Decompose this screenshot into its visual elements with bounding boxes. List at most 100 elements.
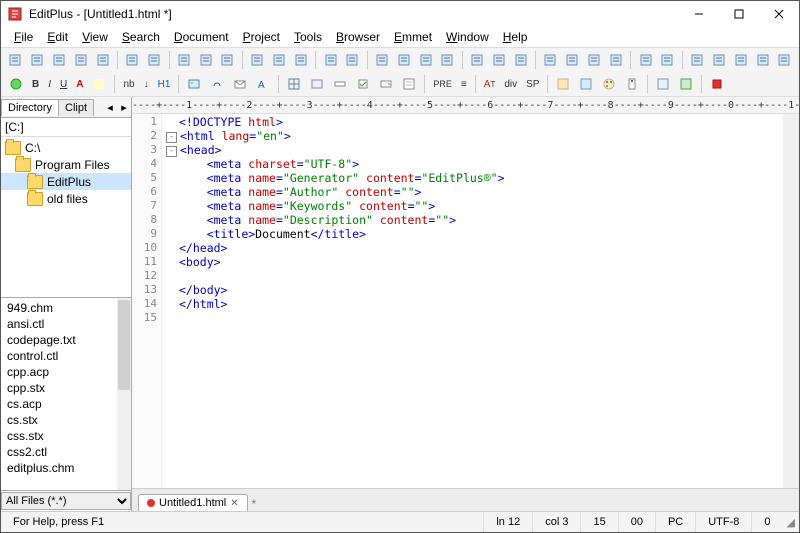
form-button[interactable] xyxy=(306,73,328,95)
sidebar-nav-left-icon[interactable]: ◂ xyxy=(103,101,117,114)
settings-button[interactable] xyxy=(752,49,773,71)
stop-button[interactable] xyxy=(706,73,728,95)
font-color-button[interactable]: A xyxy=(72,73,87,95)
sync-button[interactable] xyxy=(687,49,708,71)
windows-button[interactable] xyxy=(605,49,626,71)
mail-button[interactable] xyxy=(229,73,251,95)
file-list[interactable]: 949.chmansi.ctlcodepage.txtcontrol.ctlcp… xyxy=(1,297,131,490)
file-item[interactable]: codepage.txt xyxy=(3,332,129,348)
file-item[interactable]: cs.stx xyxy=(3,412,129,428)
world-icon[interactable] xyxy=(5,73,27,95)
anchor-button[interactable]: ↓ xyxy=(140,73,153,95)
note-button[interactable] xyxy=(621,73,643,95)
browser-button[interactable] xyxy=(144,49,165,71)
win-button[interactable] xyxy=(652,73,674,95)
menu-tools[interactable]: Tools xyxy=(287,28,329,46)
tree-node[interactable]: C:\ xyxy=(1,139,131,156)
preview-button[interactable] xyxy=(122,49,143,71)
checkbox-button[interactable] xyxy=(352,73,374,95)
split-v-button[interactable] xyxy=(562,49,583,71)
print-button[interactable] xyxy=(92,49,113,71)
menu-emmet[interactable]: Emmet xyxy=(387,28,439,46)
file-item[interactable]: control.ctl xyxy=(3,348,129,364)
file-filter-select[interactable]: All Files (*.*) xyxy=(1,492,131,510)
hex-button[interactable] xyxy=(217,49,238,71)
replace-button[interactable] xyxy=(489,49,510,71)
file-item[interactable]: css2.ctl xyxy=(3,444,129,460)
bold-button[interactable]: B xyxy=(28,73,43,95)
linenum-button[interactable] xyxy=(393,49,414,71)
indent-inc-button[interactable] xyxy=(657,49,678,71)
sidebar-tab-cliptext[interactable]: Clipt xyxy=(58,99,94,116)
menu-search[interactable]: Search xyxy=(115,28,167,46)
new-button[interactable] xyxy=(5,49,26,71)
div-button[interactable]: div xyxy=(500,73,521,95)
editor-scrollbar[interactable] xyxy=(783,114,799,488)
maximize-button[interactable] xyxy=(719,1,759,27)
close-button[interactable] xyxy=(759,1,799,27)
file-filter[interactable]: All Files (*.*) xyxy=(1,490,131,511)
textarea-button[interactable] xyxy=(398,73,420,95)
heading-button[interactable]: H1 xyxy=(154,73,175,95)
document-tab-close-icon[interactable]: ✕ xyxy=(230,498,238,509)
options-button[interactable] xyxy=(774,49,795,71)
copy-button[interactable] xyxy=(269,49,290,71)
table-button[interactable] xyxy=(283,73,305,95)
menu-edit[interactable]: Edit xyxy=(40,28,75,46)
underline-button[interactable]: U xyxy=(56,73,71,95)
file-item[interactable]: cs.acp xyxy=(3,396,129,412)
tree-node[interactable]: EditPlus xyxy=(1,173,131,190)
tree-node[interactable]: old files xyxy=(1,190,131,207)
textfont-button[interactable]: AT xyxy=(480,73,500,95)
paste-button[interactable] xyxy=(290,49,311,71)
split-h-button[interactable] xyxy=(540,49,561,71)
fold-icon[interactable]: - xyxy=(166,132,177,143)
file-item[interactable]: css.stx xyxy=(3,428,129,444)
italic-button[interactable]: I xyxy=(44,73,55,95)
resize-grip-icon[interactable]: ◢ xyxy=(783,516,799,529)
drive-selector[interactable]: [C:] xyxy=(1,118,131,137)
menu-document[interactable]: Document xyxy=(167,28,236,46)
menu-project[interactable]: Project xyxy=(236,28,287,46)
select-button[interactable] xyxy=(375,73,397,95)
fullscreen-button[interactable] xyxy=(437,49,458,71)
folder-tree[interactable]: C:\Program FilesEditPlusold files xyxy=(1,137,131,297)
palette-button[interactable] xyxy=(598,73,620,95)
find-button[interactable] xyxy=(467,49,488,71)
object-button[interactable] xyxy=(675,73,697,95)
ruler-toggle-button[interactable] xyxy=(415,49,436,71)
tree-node[interactable]: Program Files xyxy=(1,156,131,173)
menu-file[interactable]: File xyxy=(7,28,40,46)
pre-button[interactable]: PRE xyxy=(429,73,456,95)
open-button[interactable] xyxy=(27,49,48,71)
goto-button[interactable] xyxy=(510,49,531,71)
list-button[interactable]: ≡ xyxy=(457,73,471,95)
file-list-scrollbar[interactable] xyxy=(117,298,131,490)
script-button[interactable] xyxy=(552,73,574,95)
open-remote-button[interactable] xyxy=(49,49,70,71)
nbsp-button[interactable]: nb xyxy=(119,73,138,95)
sidebar-tab-directory[interactable]: Directory xyxy=(1,99,59,116)
menu-browser[interactable]: Browser xyxy=(329,28,387,46)
window-button[interactable] xyxy=(584,49,605,71)
code-editor[interactable]: <!DOCTYPE html>-<html lang="en">-<head> … xyxy=(162,114,783,488)
font-button[interactable]: A xyxy=(252,73,274,95)
undo-button[interactable] xyxy=(320,49,341,71)
file-item[interactable]: ansi.ctl xyxy=(3,316,129,332)
sidebar-nav-right-icon[interactable]: ▸ xyxy=(117,101,131,114)
indent-dec-button[interactable] xyxy=(635,49,656,71)
link-button[interactable] xyxy=(206,73,228,95)
css-button[interactable] xyxy=(575,73,597,95)
record-button[interactable] xyxy=(709,49,730,71)
span-button[interactable]: SP xyxy=(522,73,543,95)
file-item[interactable]: cpp.stx xyxy=(3,380,129,396)
menu-window[interactable]: Window xyxy=(439,28,496,46)
image-button[interactable] xyxy=(183,73,205,95)
play-button[interactable] xyxy=(730,49,751,71)
document-tab[interactable]: Untitled1.html ✕ xyxy=(138,494,248,511)
file-item[interactable]: editplus.chm xyxy=(3,460,129,476)
file-item[interactable]: cpp.acp xyxy=(3,364,129,380)
save-button[interactable] xyxy=(70,49,91,71)
document-tab-overflow-icon[interactable]: * xyxy=(252,499,256,511)
search-button[interactable] xyxy=(173,49,194,71)
